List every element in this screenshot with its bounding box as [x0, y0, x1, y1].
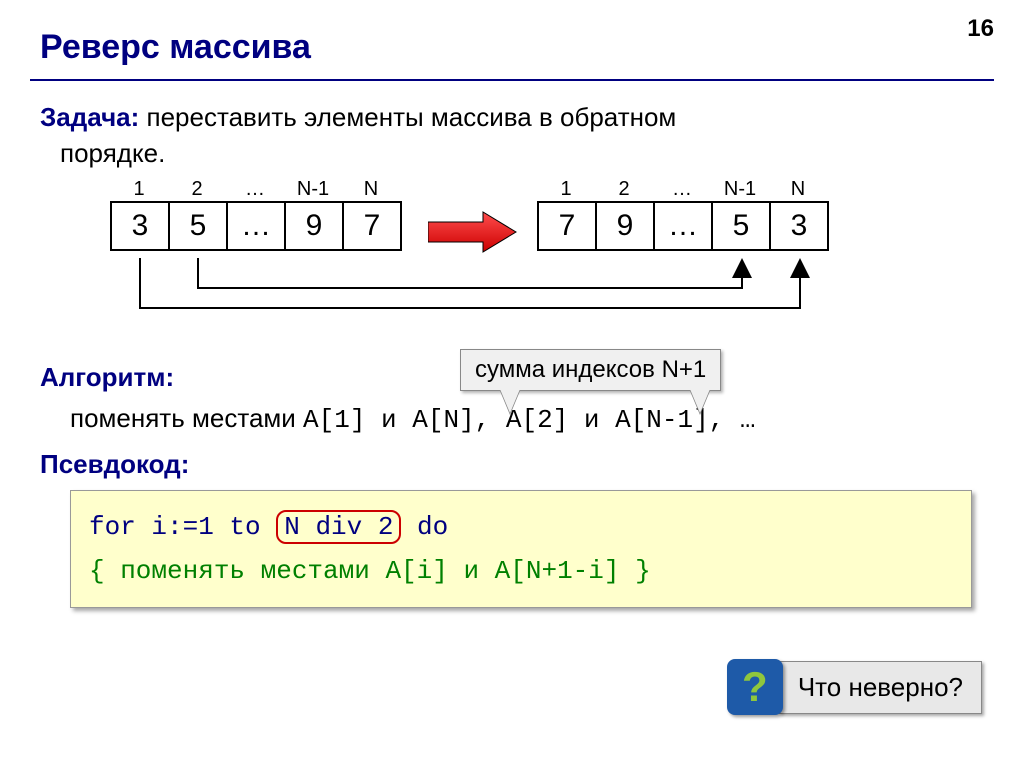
cell: 9	[286, 203, 344, 249]
cell: 5	[713, 203, 771, 249]
code-line-2: { поменять местами A[i] и A[N+1-i] }	[89, 549, 953, 593]
cell: …	[228, 203, 286, 249]
cells-left: 3 5 … 9 7	[110, 201, 402, 251]
array-left: 1 2 … N-1 N 3 5 … 9 7	[110, 178, 402, 251]
code-l1a: for i:=1 to	[89, 512, 276, 542]
task-line: Задача: переставить элементы массива в о…	[40, 99, 984, 135]
question-icon: ?	[727, 659, 783, 715]
cell: 3	[112, 203, 170, 249]
idx: N	[769, 178, 827, 201]
array-right: 1 2 … N-1 N 7 9 … 5 3	[537, 178, 829, 251]
callout-text: сумма индексов N+1	[460, 349, 721, 391]
code-l1b: do	[401, 512, 448, 542]
cell: …	[655, 203, 713, 249]
algo-prefix: поменять местами	[70, 403, 303, 433]
cell: 9	[597, 203, 655, 249]
code-highlight: N div 2	[276, 510, 401, 544]
pseudocode-label: Псевдокод:	[40, 449, 984, 480]
cell: 5	[170, 203, 228, 249]
content: Задача: переставить элементы массива в о…	[0, 81, 1024, 608]
idx: …	[226, 178, 284, 201]
question-box: ? Что неверно?	[727, 659, 982, 715]
callout-bubble: сумма индексов N+1	[460, 349, 721, 417]
code-line-1: for i:=1 to N div 2 do	[89, 505, 953, 549]
idx: 1	[110, 178, 168, 201]
idx-row-left: 1 2 … N-1 N	[110, 178, 402, 201]
code-block: for i:=1 to N div 2 do { поменять местам…	[70, 490, 972, 608]
task-text-1: переставить элементы массива в обратном	[139, 102, 676, 132]
idx: 1	[537, 178, 595, 201]
idx: 2	[595, 178, 653, 201]
task-text-2: порядке.	[60, 138, 165, 168]
idx-row-right: 1 2 … N-1 N	[537, 178, 829, 201]
cell: 3	[771, 203, 827, 249]
question-text: Что неверно?	[779, 661, 982, 714]
idx: N-1	[711, 178, 769, 201]
idx: N	[342, 178, 400, 201]
reverse-diagram: 1 2 … N-1 N 3 5 … 9 7	[40, 178, 984, 348]
cells-right: 7 9 … 5 3	[537, 201, 829, 251]
task-label: Задача:	[40, 102, 139, 132]
idx: N-1	[284, 178, 342, 201]
idx: 2	[168, 178, 226, 201]
cell: 7	[539, 203, 597, 249]
arrow-right-icon	[428, 210, 518, 254]
page-title: Реверс массива	[0, 0, 1024, 79]
cell: 7	[344, 203, 400, 249]
page-number: 16	[967, 15, 994, 43]
idx: …	[653, 178, 711, 201]
